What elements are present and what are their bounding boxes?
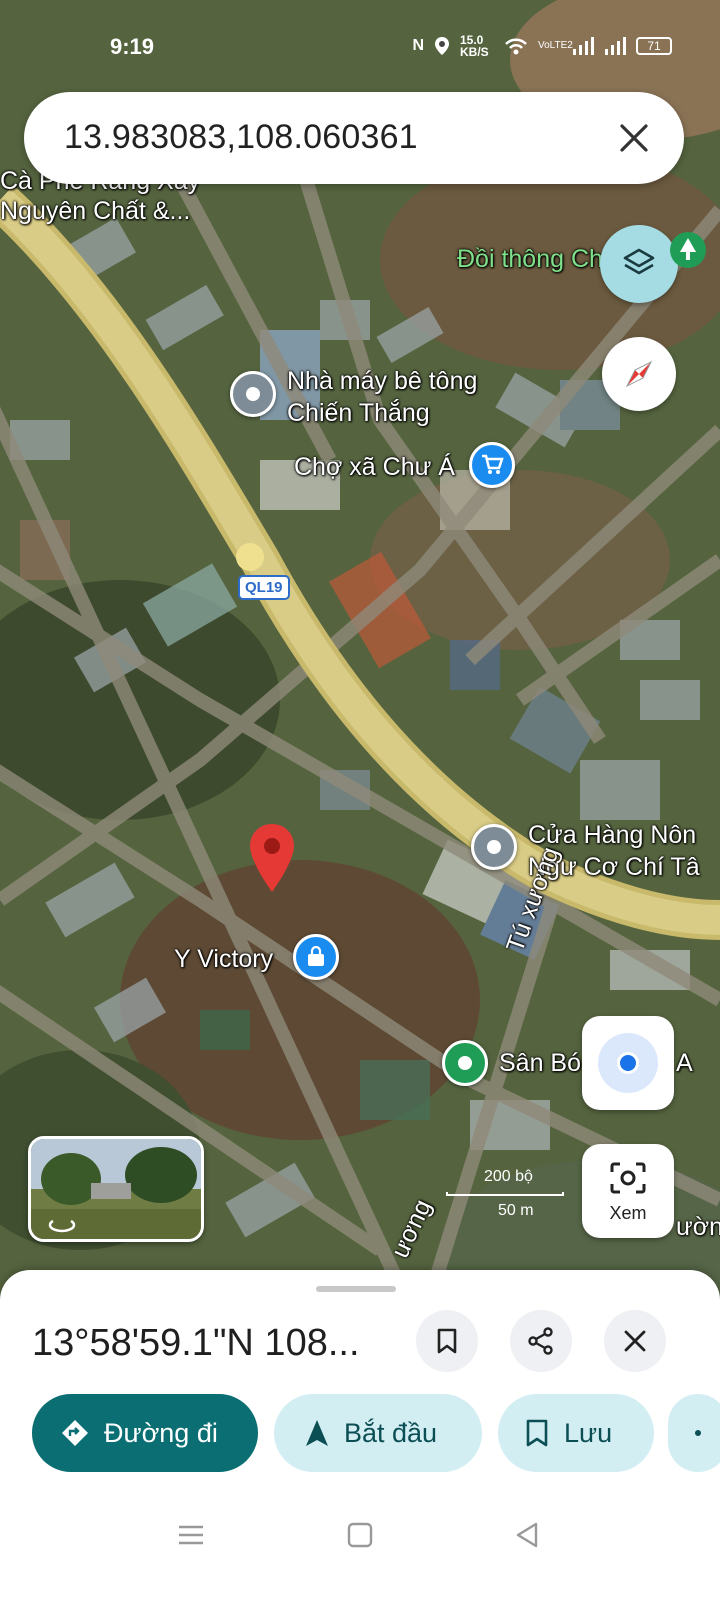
scale-meters: 50 m — [498, 1202, 534, 1219]
dropped-pin-icon[interactable] — [247, 822, 297, 894]
my-location-icon — [598, 1033, 658, 1093]
shopping-bag-icon — [308, 946, 324, 966]
compass-icon — [625, 360, 653, 388]
battery-icon: 71 — [636, 37, 672, 55]
directions-button[interactable]: Đường đi — [32, 1394, 258, 1472]
map-label-cafe-2[interactable]: Nguyên Chất &... — [0, 196, 190, 226]
volte-label: VoLTE2 — [538, 40, 573, 51]
save-icon-button[interactable] — [416, 1310, 478, 1372]
scale-feet: 200 bộ — [484, 1168, 533, 1185]
place-pin-shop[interactable] — [471, 824, 517, 870]
wifi-icon — [505, 38, 527, 55]
location-icon — [435, 37, 449, 55]
more-button[interactable] — [668, 1394, 720, 1472]
map-label-hill[interactable]: Đồi thông Ch — [457, 244, 603, 274]
map-view[interactable]: Cà Phê Rang Xay Nguyên Chất &... Đồi thô… — [0, 0, 720, 1330]
route-shield-ql19: QL19 — [238, 575, 290, 600]
bookmark-icon — [437, 1328, 457, 1354]
my-location-button[interactable] — [582, 1016, 674, 1110]
nfc-icon: N — [412, 37, 424, 54]
shopping-cart-pin[interactable] — [469, 442, 515, 488]
navigation-arrow-icon — [306, 1420, 328, 1446]
menu-icon[interactable] — [176, 1520, 206, 1550]
save-button[interactable]: Lưu — [498, 1394, 654, 1472]
camera-scan-icon — [610, 1162, 646, 1194]
compass-button[interactable] — [602, 337, 676, 411]
map-label-factory-2[interactable]: Chiến Thắng — [287, 398, 430, 428]
layers-button[interactable] — [600, 225, 678, 303]
place-coordinates: 13°58'59.1"N 108... — [32, 1322, 360, 1364]
map-label-market[interactable]: Chợ xã Chư Á — [294, 452, 455, 482]
status-icons: N 15.0 KB/S VoLTE2 71 — [412, 34, 672, 58]
map-label-street-2b: ường — [676, 1213, 720, 1241]
signal-icon — [573, 37, 594, 55]
back-icon[interactable] — [512, 1520, 542, 1550]
layers-icon — [623, 248, 655, 275]
save-label: Lưu — [564, 1417, 613, 1448]
place-pin-factory[interactable] — [230, 371, 276, 417]
signal-2-icon — [605, 37, 626, 55]
park-tree-icon — [670, 232, 706, 268]
map-scale: 200 bộ 50 m — [446, 1166, 566, 1226]
street-view-thumbnail[interactable] — [28, 1136, 204, 1242]
start-label: Bắt đầu — [344, 1417, 438, 1448]
map-label-shop-1[interactable]: Cửa Hàng Nôn — [528, 820, 696, 850]
search-query[interactable]: 13.983083,108.060361 — [64, 118, 418, 157]
net-speed: 15.0 KB/S — [460, 33, 489, 59]
place-pin-stadium[interactable] — [442, 1040, 488, 1086]
map-label-stadium-tail[interactable]: A — [676, 1048, 693, 1078]
drag-handle[interactable] — [316, 1286, 396, 1292]
home-icon[interactable] — [345, 1520, 375, 1550]
directions-label: Đường đi — [104, 1417, 218, 1448]
start-button[interactable]: Bắt đầu — [274, 1394, 482, 1472]
view-button-label: Xem — [609, 1203, 647, 1223]
directions-icon — [62, 1420, 88, 1446]
close-sheet-button[interactable] — [604, 1310, 666, 1372]
share-icon — [528, 1327, 553, 1355]
close-icon[interactable] — [614, 118, 654, 158]
shopping-cart-icon — [482, 454, 504, 474]
system-nav-bar — [0, 1490, 720, 1600]
share-button[interactable] — [510, 1310, 572, 1372]
bookmark-icon — [526, 1419, 548, 1447]
map-label-stadium[interactable]: Sân Bó — [499, 1048, 581, 1078]
clock: 9:19 — [110, 34, 155, 59]
status-bar: 9:19 N 15.0 KB/S VoLTE2 71 — [0, 30, 720, 66]
map-label-victory[interactable]: Y Victory — [174, 944, 273, 974]
more-icon — [695, 1430, 701, 1436]
close-icon — [624, 1330, 646, 1352]
view-button[interactable]: Xem — [582, 1144, 674, 1238]
shopping-bag-pin[interactable] — [293, 934, 339, 980]
map-label-factory-1[interactable]: Nhà máy bê tông — [287, 366, 477, 396]
search-bar[interactable]: 13.983083,108.060361 — [24, 92, 684, 184]
street-view-image — [31, 1139, 201, 1239]
